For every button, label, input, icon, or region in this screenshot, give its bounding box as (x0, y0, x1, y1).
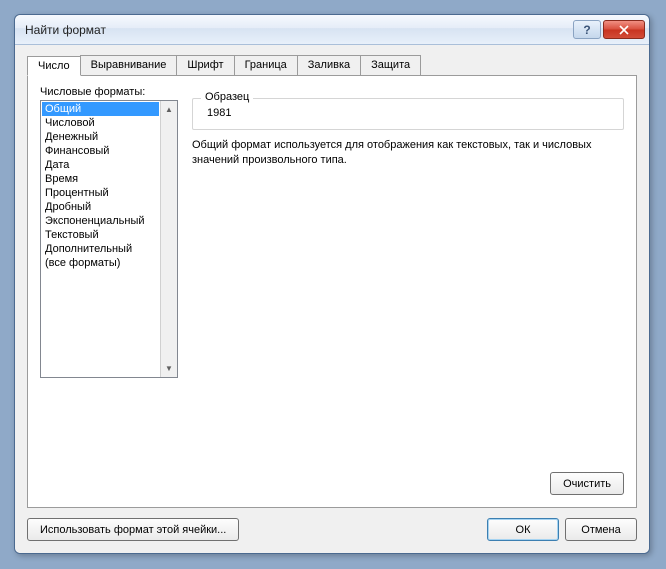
sample-value: 1981 (203, 107, 613, 119)
window-title: Найти формат (25, 23, 573, 37)
cancel-button[interactable]: Отмена (565, 518, 637, 541)
list-item[interactable]: Денежный (42, 130, 159, 144)
scroll-up-icon[interactable]: ▲ (161, 101, 177, 118)
scroll-track[interactable] (161, 118, 177, 360)
close-icon (618, 25, 630, 35)
list-item[interactable]: Дополнительный (42, 242, 159, 256)
list-item[interactable]: Экспоненциальный (42, 214, 159, 228)
use-cell-format-button[interactable]: Использовать формат этой ячейки... (27, 518, 239, 541)
titlebar[interactable]: Найти формат ? (15, 15, 649, 45)
format-description: Общий формат используется для отображени… (192, 138, 624, 168)
question-icon: ? (583, 23, 590, 37)
list-item[interactable]: Финансовый (42, 144, 159, 158)
tab-font[interactable]: Шрифт (176, 55, 234, 75)
tab-fill[interactable]: Заливка (297, 55, 361, 75)
list-scrollbar[interactable]: ▲ ▼ (160, 101, 177, 377)
tab-strip: Число Выравнивание Шрифт Граница Заливка… (27, 55, 637, 75)
sample-fieldset: Образец 1981 (192, 98, 624, 130)
list-item[interactable]: Общий (42, 102, 159, 116)
client-area: Число Выравнивание Шрифт Граница Заливка… (15, 45, 649, 553)
list-item[interactable]: (все форматы) (42, 256, 159, 270)
scroll-down-icon[interactable]: ▼ (161, 360, 177, 377)
clear-button[interactable]: Очистить (550, 472, 624, 495)
tab-border[interactable]: Граница (234, 55, 298, 75)
list-item[interactable]: Текстовый (42, 228, 159, 242)
close-button[interactable] (603, 20, 645, 39)
list-item[interactable]: Числовой (42, 116, 159, 130)
tab-protection[interactable]: Защита (360, 55, 421, 75)
formats-label: Числовые форматы: (40, 86, 178, 98)
tab-alignment[interactable]: Выравнивание (80, 55, 178, 75)
find-format-dialog: Найти формат ? Число Выравнивание Шрифт … (14, 14, 650, 554)
ok-button[interactable]: ОК (487, 518, 559, 541)
dialog-footer: Использовать формат этой ячейки... ОК От… (27, 508, 637, 541)
help-button[interactable]: ? (573, 20, 601, 39)
list-item[interactable]: Дробный (42, 200, 159, 214)
number-formats-list[interactable]: Общий Числовой Денежный Финансовый Дата … (40, 100, 178, 378)
list-item[interactable]: Процентный (42, 186, 159, 200)
tab-number[interactable]: Число (27, 56, 81, 76)
list-item[interactable]: Дата (42, 158, 159, 172)
tab-panel-number: Числовые форматы: Общий Числовой Денежны… (27, 75, 637, 508)
sample-legend: Образец (201, 91, 253, 103)
list-item[interactable]: Время (42, 172, 159, 186)
